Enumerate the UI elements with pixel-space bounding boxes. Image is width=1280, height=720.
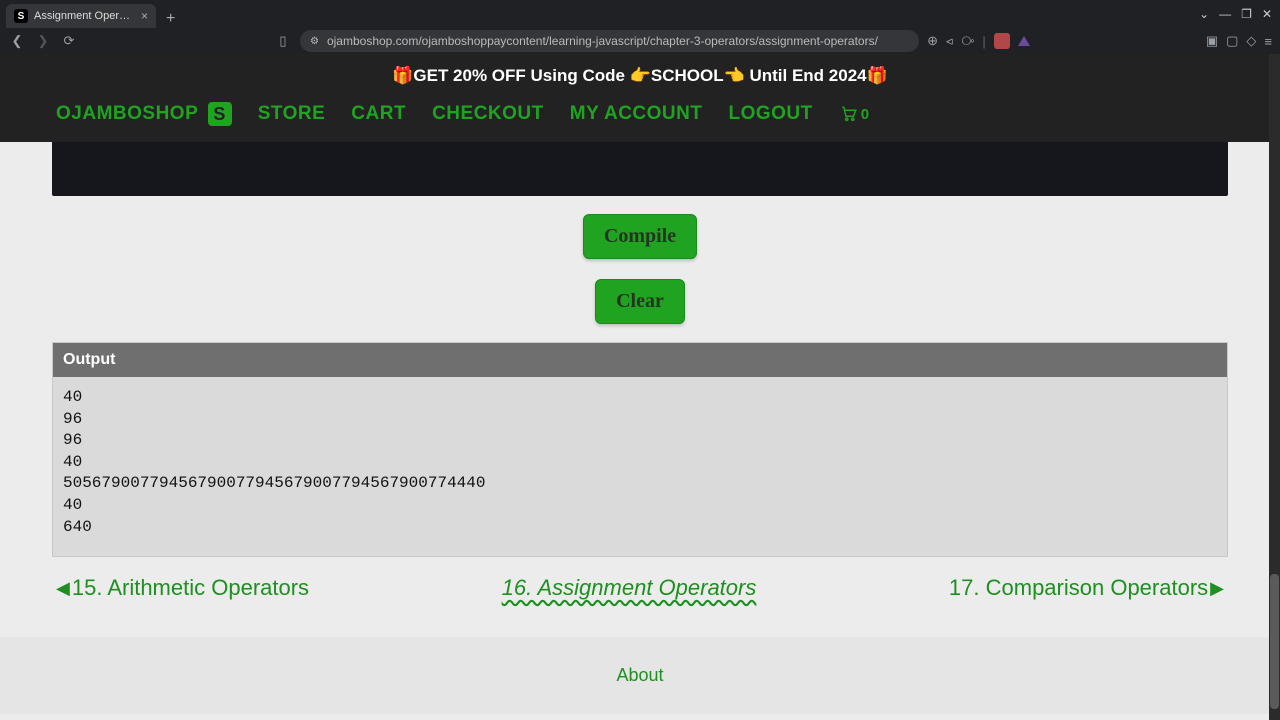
- tab-title: Assignment Operators - Oj: [34, 10, 135, 22]
- pager-current: 16. Assignment Operators: [502, 575, 757, 601]
- cart-widget[interactable]: 0: [839, 105, 869, 123]
- main-nav: OJAMBOSHOP S STORE CART CHECKOUT MY ACCO…: [0, 92, 1280, 142]
- triangle-left-icon: ◀: [56, 578, 70, 599]
- reader-icon[interactable]: ▢: [1226, 33, 1238, 49]
- pager-prev-link[interactable]: ◀15. Arithmetic Operators: [56, 575, 309, 601]
- zoom-icon[interactable]: ⊕: [927, 33, 938, 49]
- new-tab-button[interactable]: +: [156, 10, 185, 28]
- adblock-icon[interactable]: [994, 33, 1010, 49]
- output-panel: Output 40 96 96 40 505679007794567900779…: [52, 342, 1228, 557]
- scrollbar-thumb[interactable]: [1270, 574, 1279, 709]
- bookmark-icon[interactable]: ▯: [274, 32, 292, 50]
- code-editor-area[interactable]: [52, 142, 1228, 196]
- promo-banner: 🎁GET 20% OFF Using Code 👉SCHOOL👈 Until E…: [0, 54, 1280, 92]
- site-footer: About: [0, 637, 1280, 714]
- triangle-right-icon: ▶: [1210, 578, 1224, 599]
- chapter-pager: ◀15. Arithmetic Operators 16. Assignment…: [52, 557, 1228, 637]
- forward-button: ❯: [34, 32, 52, 50]
- browser-tab[interactable]: S Assignment Operators - Oj ×: [6, 4, 156, 28]
- clear-button[interactable]: Clear: [595, 279, 685, 324]
- footer-about-link[interactable]: About: [616, 665, 663, 685]
- tab-bar: S Assignment Operators - Oj × + ⌄ — ❐ ✕: [0, 0, 1280, 28]
- favicon-icon: S: [14, 9, 28, 23]
- cart-icon: [839, 105, 859, 123]
- compile-button[interactable]: Compile: [583, 214, 697, 259]
- menu-icon[interactable]: ≡: [1264, 34, 1272, 49]
- maximize-icon[interactable]: ❐: [1241, 7, 1252, 21]
- output-body: 40 96 96 40 5056790077945679007794567900…: [53, 377, 1227, 556]
- share-icon[interactable]: ⪦: [946, 33, 953, 49]
- nav-logout[interactable]: LOGOUT: [728, 103, 812, 125]
- content-column: Compile Clear Output 40 96 96 40 5056790…: [52, 142, 1228, 637]
- window-controls: ⌄ — ❐ ✕: [1199, 0, 1280, 28]
- back-button[interactable]: ❮: [8, 32, 26, 50]
- nav-checkout[interactable]: CHECKOUT: [432, 103, 544, 125]
- nav-store[interactable]: STORE: [258, 103, 326, 125]
- scrollbar-track[interactable]: [1269, 54, 1280, 720]
- browser-chrome: S Assignment Operators - Oj × + ⌄ — ❐ ✕ …: [0, 0, 1280, 54]
- cart-count: 0: [861, 106, 869, 123]
- brand-link[interactable]: OJAMBOSHOP S: [56, 102, 232, 126]
- url-text: ojamboshop.com/ojamboshoppaycontent/lear…: [327, 34, 878, 48]
- rss-icon[interactable]: ⧂: [961, 33, 974, 49]
- url-bar: ❮ ❯ ⟳ ▯ ⚙ ojamboshop.com/ojamboshoppayco…: [0, 28, 1280, 54]
- site-header: 🎁GET 20% OFF Using Code 👉SCHOOL👈 Until E…: [0, 54, 1280, 142]
- page-viewport: 🎁GET 20% OFF Using Code 👉SCHOOL👈 Until E…: [0, 54, 1280, 720]
- extension-icon[interactable]: [1018, 36, 1030, 46]
- chevron-down-icon[interactable]: ⌄: [1199, 7, 1209, 21]
- close-tab-icon[interactable]: ×: [141, 9, 148, 23]
- nav-cart[interactable]: CART: [351, 103, 406, 125]
- reload-button[interactable]: ⟳: [60, 32, 78, 50]
- nav-my-account[interactable]: MY ACCOUNT: [570, 103, 703, 125]
- minimize-icon[interactable]: —: [1219, 7, 1231, 21]
- toolbar-right: ⊕ ⪦ ⧂ | ▣ ▢ ◇ ≡: [927, 33, 1272, 49]
- output-heading: Output: [53, 343, 1227, 377]
- devtools-icon[interactable]: ◇: [1246, 33, 1256, 49]
- close-window-icon[interactable]: ✕: [1262, 7, 1272, 21]
- site-settings-icon[interactable]: ⚙: [310, 36, 319, 47]
- sidepanel-icon[interactable]: ▣: [1206, 33, 1218, 49]
- pager-next-link[interactable]: 17. Comparison Operators▶: [949, 575, 1224, 601]
- logo-icon: S: [208, 102, 232, 126]
- address-bar[interactable]: ⚙ ojamboshop.com/ojamboshoppaycontent/le…: [300, 30, 919, 52]
